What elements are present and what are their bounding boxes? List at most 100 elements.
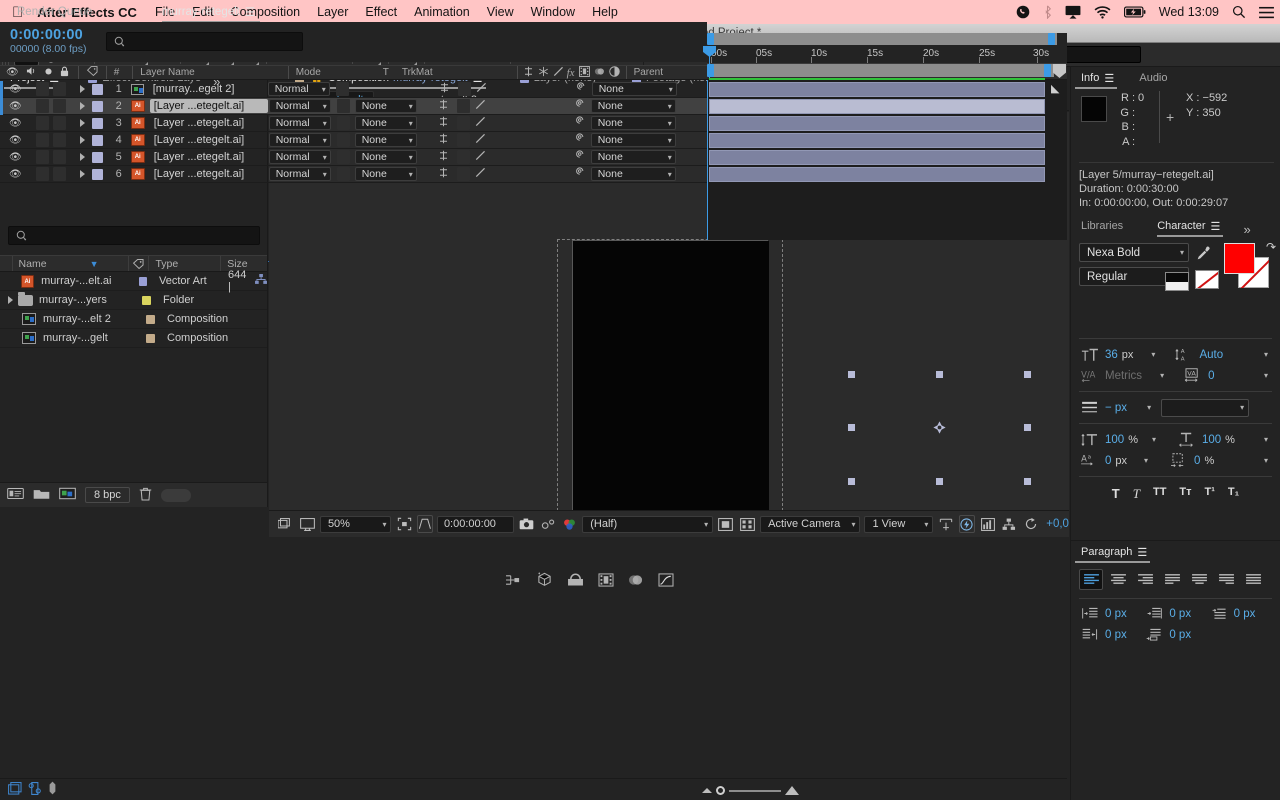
- superscript-button[interactable]: T¹: [1205, 486, 1215, 502]
- menu-item-help[interactable]: Help: [592, 5, 618, 19]
- font-family-select[interactable]: Nexa Bold ▾: [1079, 243, 1189, 262]
- layer-video-toggle[interactable]: 👁: [9, 84, 22, 95]
- layer-mode-select[interactable]: Normal ▾: [268, 133, 331, 147]
- tab-character[interactable]: Character ☰: [1153, 215, 1229, 237]
- layer-draft-switch[interactable]: [475, 167, 486, 181]
- layer-duration-bar[interactable]: [709, 116, 1045, 131]
- eyedropper-icon[interactable]: [1196, 246, 1211, 264]
- layer-draft-switch[interactable]: [475, 133, 486, 147]
- pixel-aspect-correction-icon[interactable]: [937, 514, 954, 534]
- menu-item-window[interactable]: Window: [531, 5, 575, 19]
- new-folder-icon[interactable]: [33, 487, 50, 503]
- timeline-track-area[interactable]: ◣: [707, 80, 1067, 240]
- space-before-field[interactable]: 0 px: [1079, 626, 1143, 644]
- layer-video-toggle[interactable]: 👁: [9, 118, 22, 129]
- zoom-level-select[interactable]: 50% ▾: [319, 515, 392, 533]
- leading-value[interactable]: Auto: [1199, 349, 1223, 361]
- layer-name[interactable]: [Layer ...etegelt.ai]: [150, 167, 268, 181]
- layer-quality-switch[interactable]: [456, 133, 470, 147]
- horizontal-scale-value[interactable]: 100: [1202, 434, 1221, 446]
- sort-descending-icon[interactable]: ▼: [90, 259, 99, 269]
- no-fill-swatch[interactable]: [1195, 270, 1219, 289]
- comp-mini-flowchart-icon[interactable]: [505, 573, 522, 590]
- label-color-swatch[interactable]: [142, 295, 151, 305]
- swap-fill-stroke-icon[interactable]: ↷: [1266, 240, 1276, 254]
- character-tabs-overflow[interactable]: »: [1243, 222, 1250, 237]
- layer-label-swatch[interactable]: [91, 83, 103, 95]
- stroke-type-select[interactable]: ▾: [1161, 398, 1250, 417]
- layer-mode-select[interactable]: Normal ▾: [267, 82, 330, 96]
- layer-solo-toggle[interactable]: [52, 116, 66, 130]
- panel-menu-icon[interactable]: ☰: [1210, 220, 1221, 233]
- comp-flowchart-icon[interactable]: [1000, 514, 1017, 534]
- viber-icon[interactable]: [1016, 5, 1030, 19]
- work-area-start-handle[interactable]: [707, 33, 714, 45]
- stroke-width-value[interactable]: − px: [1105, 402, 1127, 414]
- motion-blur-handle-icon[interactable]: [48, 781, 57, 798]
- take-snapshot-icon[interactable]: [518, 514, 535, 534]
- zoom-slider-knob[interactable]: [716, 786, 725, 795]
- layer-parent-select[interactable]: None ▾: [590, 150, 676, 164]
- menu-item-layer[interactable]: Layer: [317, 5, 348, 19]
- time-ruler[interactable]: 00s 05s 10s 15s 20s 25s 30s: [703, 33, 1067, 233]
- layer-audio-toggle[interactable]: [35, 167, 49, 181]
- tab-render-queue[interactable]: Render Queue: [9, 1, 100, 23]
- layer-name[interactable]: [Layer ...etegelt.ai]: [150, 133, 268, 147]
- hide-shy-layers-icon[interactable]: [567, 573, 584, 590]
- layer-name[interactable]: [Layer ...etegelt.ai]: [150, 116, 268, 130]
- project-item-row[interactable]: murray-...gelt Composition: [0, 329, 267, 348]
- layer-mode-select[interactable]: Normal ▾: [268, 99, 331, 113]
- leading-dropdown-icon[interactable]: ▾: [1264, 350, 1268, 359]
- selection-handle-top-right[interactable]: [1024, 371, 1031, 378]
- layer-expand-icon[interactable]: [79, 102, 85, 110]
- tracking-dropdown-icon[interactable]: ▾: [1264, 371, 1268, 380]
- faux-italic-button[interactable]: T: [1133, 486, 1140, 502]
- timecode-display[interactable]: 0:00:00:00 00000 (8.00 fps): [10, 27, 86, 55]
- layer-parent-pickwhip[interactable]: [574, 166, 586, 182]
- layer-audio-toggle[interactable]: [35, 150, 49, 164]
- label-color-swatch[interactable]: [146, 314, 155, 324]
- motion-blur-icon[interactable]: [598, 572, 614, 590]
- indent-first-line-field[interactable]: 0 px: [1208, 605, 1272, 623]
- timeline-layer-row[interactable]: 👁 4 Ai [Layer ...etegelt.ai] Normal ▾ No…: [0, 132, 707, 149]
- menu-item-animation[interactable]: Animation: [414, 5, 470, 19]
- justify-last-left-button[interactable]: [1160, 569, 1184, 590]
- layer-name[interactable]: [Layer ...etegelt.ai]: [149, 99, 268, 113]
- layer-collapse-switch[interactable]: [438, 133, 449, 147]
- layer-collapse-switch[interactable]: [438, 167, 449, 181]
- layer-parent-pickwhip[interactable]: [574, 115, 586, 131]
- work-area-end-handle[interactable]: [1048, 33, 1055, 45]
- current-time-field[interactable]: 0:00:00:00: [436, 515, 514, 533]
- layer-preserve-transparency[interactable]: [335, 82, 349, 96]
- work-area-end-handle-2[interactable]: [1044, 64, 1051, 77]
- region-of-interest-toggle-icon[interactable]: [717, 514, 734, 534]
- layer-collapse-switch[interactable]: [438, 116, 449, 130]
- layer-preserve-transparency[interactable]: [336, 99, 350, 113]
- baseline-shift-dropdown-icon[interactable]: ▾: [1144, 456, 1148, 465]
- tab-audio[interactable]: Audio: [1135, 67, 1175, 89]
- layer-solo-toggle[interactable]: [52, 133, 66, 147]
- expand-folder-icon[interactable]: [8, 296, 13, 304]
- toggle-mask-icon[interactable]: [416, 515, 433, 533]
- fast-previews-icon[interactable]: [958, 515, 975, 533]
- timeline-layer-row[interactable]: 👁 2 Ai [Layer ...etegelt.ai] Normal ▾ No…: [0, 97, 707, 115]
- layer-mode-select[interactable]: Normal ▾: [268, 150, 331, 164]
- indent-left-field[interactable]: 0 px: [1079, 605, 1143, 623]
- vertical-scale-dropdown-icon[interactable]: ▾: [1152, 435, 1156, 444]
- layer-parent-select[interactable]: None ▾: [590, 99, 676, 113]
- tab-paragraph[interactable]: Paragraph ☰: [1071, 541, 1156, 563]
- layer-parent-pickwhip[interactable]: [574, 132, 586, 148]
- timeline-zoom-slider[interactable]: [702, 786, 799, 795]
- justify-last-center-button[interactable]: [1187, 569, 1211, 590]
- layer-preserve-transparency[interactable]: [336, 133, 350, 147]
- layer-expand-icon[interactable]: [79, 170, 85, 178]
- layer-expand-icon[interactable]: [79, 153, 85, 161]
- layer-video-toggle[interactable]: 👁: [9, 101, 22, 112]
- tracking-value[interactable]: 0: [1208, 370, 1214, 382]
- label-color-swatch[interactable]: [138, 276, 148, 286]
- layer-draft-switch[interactable]: [475, 116, 486, 130]
- layer-duration-bar[interactable]: [709, 133, 1045, 148]
- project-item-row[interactable]: Ai murray-...elt.ai Vector Art 644 |: [0, 269, 267, 293]
- layer-label-swatch[interactable]: [91, 100, 103, 112]
- layer-parent-select[interactable]: None ▾: [590, 116, 676, 130]
